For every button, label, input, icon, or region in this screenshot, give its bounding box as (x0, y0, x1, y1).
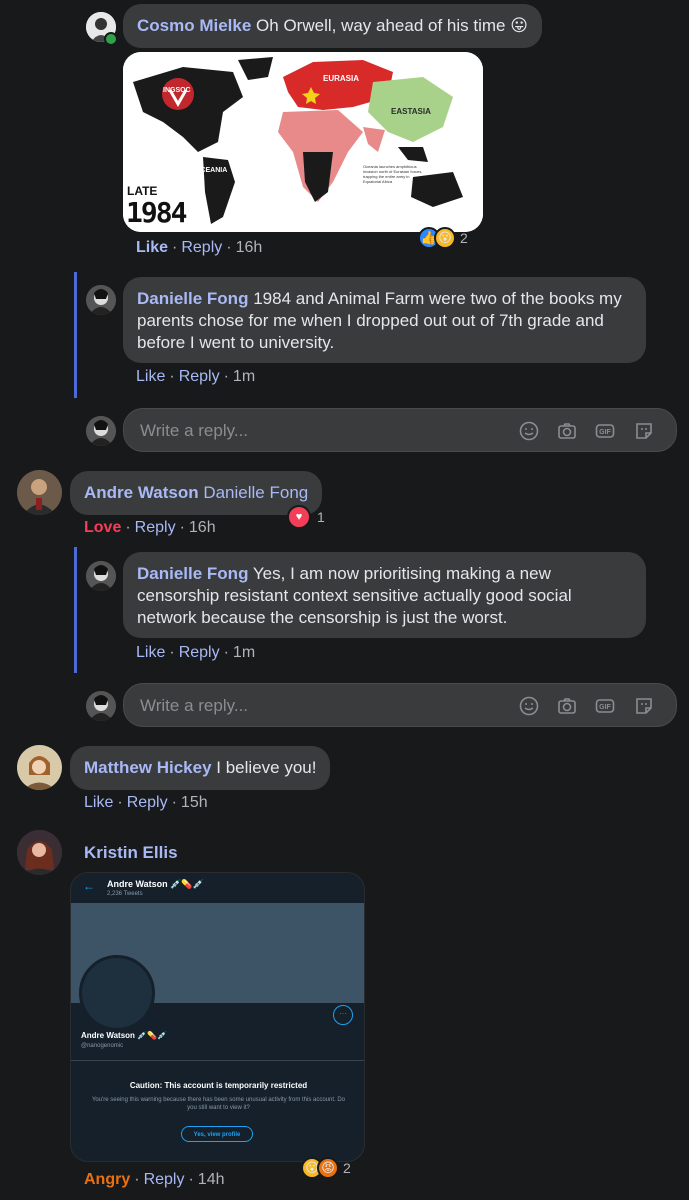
reply-button[interactable]: Reply (179, 644, 220, 661)
comment-image-map[interactable]: INGSOC EURASIA EASTASIA OCEANIA LATE 198… (123, 52, 483, 232)
avatar-danielle[interactable] (86, 561, 116, 591)
reply-input[interactable]: Write a reply... GIF (123, 683, 677, 727)
like-button[interactable]: Like (84, 794, 113, 811)
comment-actions: Love · Reply · 16h (84, 519, 216, 536)
reaction-count: 2 (343, 1160, 351, 1176)
reply-input-placeholder: Write a reply... (140, 421, 249, 440)
comment-bubble: Danielle Fong 1984 and Animal Farm were … (123, 277, 646, 363)
avatar-andre[interactable] (17, 470, 62, 515)
comment-author[interactable]: Matthew Hickey (84, 758, 212, 777)
comment-actions: Like · Reply · 15h (84, 794, 208, 811)
reply-thread-line (74, 272, 77, 398)
avatar-matthew[interactable] (17, 745, 62, 790)
comment-actions: Like · Reply · 16h (136, 239, 263, 256)
reply-thread-line (74, 547, 77, 673)
sticker-icon[interactable] (634, 696, 654, 716)
gif-icon[interactable]: GIF (595, 696, 615, 716)
svg-text:GIF: GIF (599, 704, 611, 711)
comment-bubble: Andre Watson Danielle Fong (70, 471, 323, 515)
avatar-kristin[interactable] (17, 830, 62, 875)
comment-author[interactable]: Danielle Fong (137, 564, 248, 583)
love-button[interactable]: Love (84, 519, 121, 536)
like-button[interactable]: Like (136, 239, 168, 256)
twitter-profile-name: Andre Watson 💉💊💉 (107, 879, 204, 889)
reaction-summary[interactable]: 👍 😮 2 (418, 226, 468, 250)
gif-icon[interactable]: GIF (595, 421, 615, 441)
caution-title: Caution: This account is temporarily res… (129, 1081, 308, 1090)
view-profile-button: Yes, view profile (181, 1126, 253, 1142)
twitter-divider (71, 1060, 364, 1061)
comment-timestamp[interactable]: 15h (181, 794, 208, 811)
avatar-current-user (86, 691, 116, 721)
reaction-count: 2 (460, 230, 468, 246)
comment-actions: Like · Reply · 1m (136, 368, 256, 385)
map-label-eastasia: EASTASIA (391, 107, 431, 116)
twitter-tweet-count: 2,236 Tweets (107, 891, 143, 897)
reply-input-placeholder: Write a reply... (140, 696, 249, 715)
reaction-summary[interactable]: ♥ 1 (287, 505, 325, 529)
reply-button[interactable]: Reply (135, 519, 176, 536)
emoji-icon[interactable] (519, 696, 539, 716)
comment-actions: Like · Reply · 1m (136, 644, 256, 661)
map-caption: Oceania launches amphibious invasion nor… (363, 164, 423, 184)
map-label-ingsoc: INGSOC (163, 87, 191, 94)
back-arrow-icon: ← (83, 879, 95, 893)
reply-button[interactable]: Reply (127, 794, 168, 811)
comment-timestamp[interactable]: 16h (189, 519, 216, 536)
reaction-count: 1 (317, 509, 325, 525)
reply-input[interactable]: Write a reply... GIF (123, 408, 677, 452)
camera-icon[interactable] (557, 696, 577, 716)
twitter-handle: @nanogenomic (81, 1043, 124, 1049)
map-label-oceania: OCEANIA (195, 167, 228, 174)
comment-timestamp[interactable]: 14h (198, 1171, 225, 1188)
wow-reaction-icon: 😮 (434, 227, 456, 249)
twitter-avatar (79, 955, 155, 1031)
online-status-indicator (104, 32, 118, 46)
reply-button[interactable]: Reply (179, 368, 220, 385)
comment-author[interactable]: Cosmo Mielke (137, 16, 251, 35)
map-label-1984: 1984 (126, 196, 187, 229)
caution-body: You're seeing this warning because there… (91, 1097, 346, 1111)
map-label-eurasia: EURASIA (323, 74, 360, 83)
comment-timestamp[interactable]: 1m (233, 644, 255, 661)
emoji-icon[interactable] (519, 421, 539, 441)
twitter-display-name: Andre Watson 💉💊💉 (81, 1031, 168, 1040)
comment-author[interactable]: Andre Watson (84, 483, 199, 502)
like-button[interactable]: Like (136, 368, 165, 385)
comment-timestamp[interactable]: 1m (233, 368, 255, 385)
reply-button[interactable]: Reply (181, 239, 222, 256)
comment-author[interactable]: Danielle Fong (137, 289, 248, 308)
comment-image-twitter-screenshot[interactable]: ← Andre Watson 💉💊💉 2,236 Tweets ··· Andr… (70, 872, 365, 1162)
angry-reaction-icon: 😡 (317, 1157, 339, 1179)
comment-actions: Angry · Reply · 14h (84, 1171, 225, 1188)
camera-icon[interactable] (557, 421, 577, 441)
comment-bubble: Matthew Hickey I believe you! (70, 746, 331, 790)
comment-timestamp[interactable]: 16h (236, 239, 263, 256)
svg-text:GIF: GIF (599, 429, 611, 436)
comment-author[interactable]: Kristin Ellis (84, 843, 178, 863)
twitter-more-icon: ··· (333, 1005, 353, 1025)
comment-bubble: Cosmo Mielke Oh Orwell, way ahead of his… (123, 4, 542, 48)
comment-text: I believe you! (216, 758, 317, 777)
avatar-current-user (86, 416, 116, 446)
mention-tag[interactable]: Danielle Fong (203, 483, 308, 502)
comment-text: Oh Orwell, way ahead of his time 😛 (256, 16, 528, 35)
love-reaction-icon: ♥ (287, 505, 311, 529)
angry-button[interactable]: Angry (84, 1171, 130, 1188)
like-button[interactable]: Like (136, 644, 165, 661)
reaction-summary[interactable]: 😮 😡 2 (301, 1156, 351, 1180)
comment-bubble: Danielle Fong Yes, I am now prioritising… (123, 552, 646, 638)
sticker-icon[interactable] (634, 421, 654, 441)
avatar-danielle[interactable] (86, 285, 116, 315)
reply-button[interactable]: Reply (144, 1171, 185, 1188)
